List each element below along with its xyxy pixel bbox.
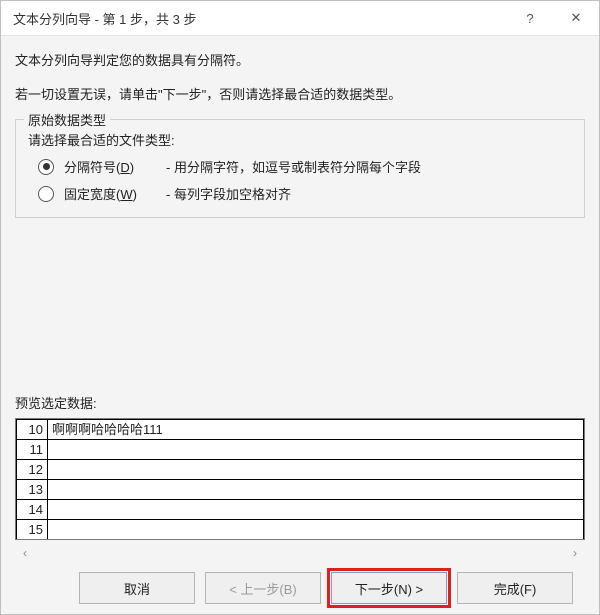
wizard-window: 文本分列向导 - 第 1 步，共 3 步 ? ✕ 文本分列向导判定您的数据具有分… [0,0,600,615]
table-row: 14 [17,500,584,520]
preview-hscrollbar[interactable]: ‹ › [15,544,585,562]
scroll-left-icon[interactable]: ‹ [17,546,33,560]
option-delimited-desc: - 用分隔字符，如逗号或制表符分隔每个字段 [166,157,421,176]
spacer [15,232,585,387]
table-row: 10啊啊啊哈哈哈哈111 [17,420,584,440]
button-bar: 取消 < 上一步(B) 下一步(N) > 完成(F) [15,562,585,614]
window-title: 文本分列向导 - 第 1 步，共 3 步 [13,9,507,28]
table-row: 12 [17,460,584,480]
close-button[interactable]: ✕ [553,1,599,35]
help-button[interactable]: ? [507,1,553,35]
original-data-type-group: 原始数据类型 请选择最合适的文件类型: 分隔符号(D) - 用分隔字符，如逗号或… [15,119,585,218]
next-button[interactable]: 下一步(N) > [331,572,447,604]
option-fixed-width[interactable]: 固定宽度(W) - 每列字段加空格对齐 [38,184,572,203]
preview-box: 10啊啊啊哈哈哈哈111 11 12 13 14 15 [15,418,585,540]
back-button: < 上一步(B) [205,572,321,604]
intro-text-1: 文本分列向导判定您的数据具有分隔符。 [15,52,585,70]
cancel-button[interactable]: 取消 [79,572,195,604]
option-fixed-width-label: 固定宽度(W) [64,184,156,203]
finish-button[interactable]: 完成(F) [457,572,573,604]
table-row: 15 [17,520,584,540]
group-legend: 原始数据类型 [24,110,110,129]
titlebar: 文本分列向导 - 第 1 步，共 3 步 ? ✕ [1,1,599,36]
option-fixed-width-desc: - 每列字段加空格对齐 [166,184,291,203]
option-delimited-label: 分隔符号(D) [64,157,156,176]
table-row: 11 [17,440,584,460]
option-delimited[interactable]: 分隔符号(D) - 用分隔字符，如逗号或制表符分隔每个字段 [38,157,572,176]
group-prompt: 请选择最合适的文件类型: [28,130,572,149]
radio-fixed-width[interactable] [38,186,54,202]
close-icon: ✕ [571,10,582,26]
dialog-body: 文本分列向导判定您的数据具有分隔符。 若一切设置无误，请单击"下一步"，否则请选… [1,36,599,614]
help-icon: ? [526,11,533,26]
table-row: 13 [17,480,584,500]
intro-text-2: 若一切设置无误，请单击"下一步"，否则请选择最合适的数据类型。 [15,84,585,103]
radio-delimited[interactable] [38,159,54,175]
scroll-right-icon[interactable]: › [567,546,583,560]
preview-label: 预览选定数据: [15,393,585,412]
preview-table: 10啊啊啊哈哈哈哈111 11 12 13 14 15 [16,419,584,540]
